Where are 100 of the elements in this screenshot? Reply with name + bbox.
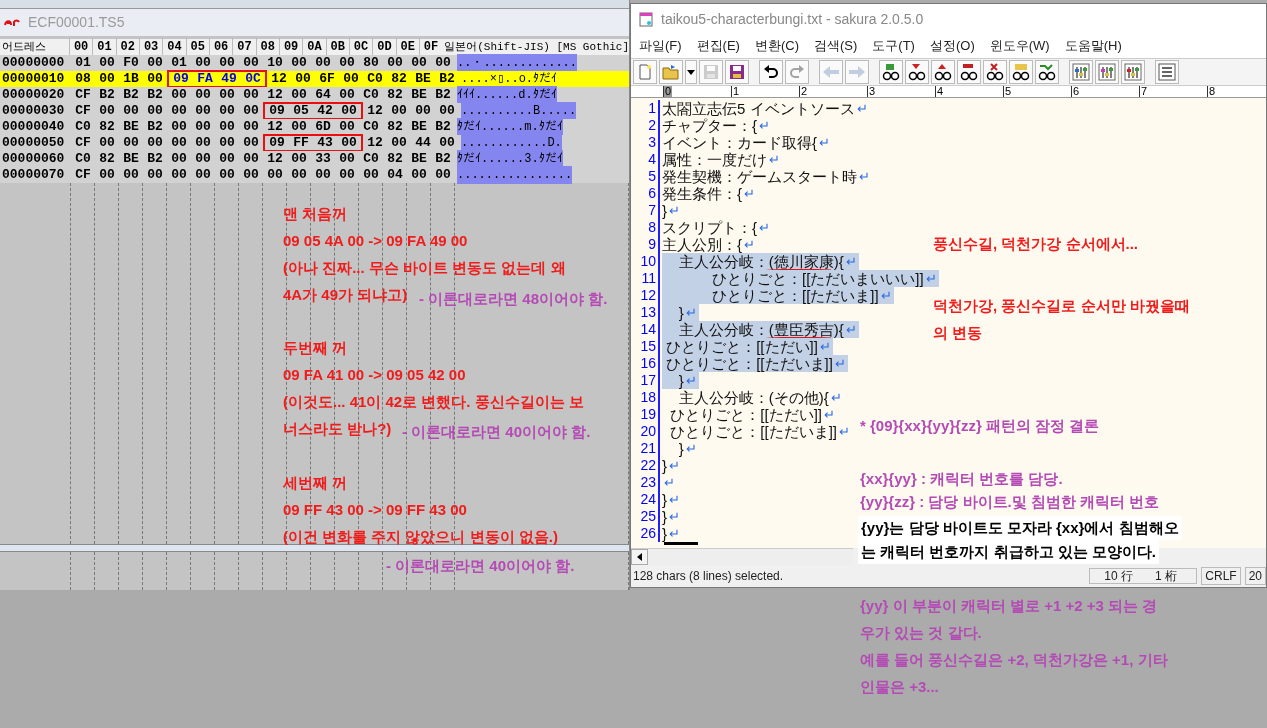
hex-byte: 00 [290,166,308,185]
line-number: 22 [639,457,657,474]
hex-row[interactable]: 00000000 01 00 F0 00 01 00 00 00 10 00 00 00 80 00 00 00 ..・............. [0,55,629,71]
hex-byte: 00 [338,118,356,137]
code-text: ひとりごと：[[ただいまいいい]] [662,270,924,287]
menu-item[interactable]: 도움말(H) [1064,36,1122,56]
code-text: } [662,525,667,542]
toolbar-button[interactable] [1035,60,1059,84]
scroll-left-button[interactable] [631,549,648,565]
hex-byte: 00 [218,102,236,121]
menu-item[interactable]: 편집(E) [696,36,740,56]
hex-byte: 00 [122,134,140,153]
hex-row[interactable]: 00000020 CF B2 B2 B2 00 00 00 00 12 00 64 00 C0 82 BE B2 ｲｲｲ......d.ﾀだｲ [0,87,629,103]
code-text: スクリプト：{ [662,219,757,236]
code-text: イベント：カード取得{ [662,134,817,151]
status-field: 10 行 [1104,567,1133,585]
hex-byte: 00 [194,118,212,137]
hex-byte: 00 [146,102,164,121]
annotation-line: 4A가 49가 되냐고) [283,285,408,305]
hex-byte: 00 [98,54,116,73]
hex-row[interactable]: 00000040 C0 82 BE B2 00 00 00 00 12 00 6D 00 C0 82 BE B2 ﾀだｲ......m.ﾀだｲ [0,119,629,135]
code-text: 属性：一度だけ [662,151,767,168]
code-text: } [662,491,667,508]
annotation-line: 09 FF 43 00 -> 09 FF 43 00 [283,500,467,520]
menu-item[interactable]: 윈도우(W) [989,36,1050,56]
return-mark: ↵ [855,100,869,117]
line-number: 8 [647,219,657,236]
annotation-line: (이것도... 41이 42로 변했다. 풍신수길이는 보 [283,392,584,412]
return-mark: ↵ [758,117,771,134]
hex-row[interactable]: 00000070 CF 00 00 00 00 00 00 00 00 00 00 00 00 04 00 00 ................ [0,167,629,183]
toolbar-button[interactable] [931,60,955,84]
menu-item[interactable]: 변환(C) [754,36,799,56]
sliders-icon [1124,63,1142,81]
menu-item[interactable]: 설정(O) [929,36,975,56]
binoculars-icon [882,63,900,81]
menu-item[interactable]: 파일(F) [639,36,682,56]
hex-byte: 82 [386,118,404,137]
return-mark: ↵ [668,457,681,474]
code-text: ひとりごと：[[ただいま]] [669,423,837,440]
toolbar-button[interactable] [685,60,697,84]
hex-byte: 00 [98,166,116,185]
hex-byte: 00 [146,70,164,89]
code-text: } [677,440,684,457]
line-number: 4 [647,151,657,168]
return-mark: ↵ [663,474,676,491]
code-text: } [662,372,684,389]
annotation-line: {xx}{yy} : 캐릭터 번호를 담당. [860,469,1063,489]
code-text: チャプター：{ [662,117,757,134]
hex-byte: 00 [242,102,260,121]
header-label: 어드레스 [1,38,47,55]
line-number: 24 [639,491,657,508]
hex-byte: C0 [366,70,384,89]
hex-byte: 09 [268,134,286,153]
hex-row[interactable]: 00000030 CF 00 00 00 00 00 00 00 09 05 42 00 12 00 00 00 ..........B..... [0,103,629,119]
toolbar-button[interactable] [725,60,749,84]
line-number: 12 [639,287,657,304]
hex-byte: 00 [314,166,332,185]
hex-byte: CF [74,134,92,153]
hex-byte: 6D [314,118,332,137]
hex-byte: 00 [194,166,212,185]
hex-byte: FA [196,70,214,89]
hex-byte: 00 [218,134,236,153]
binoculars-icon [960,63,978,81]
new-file-icon [637,64,653,80]
hex-row[interactable]: 00000010 08 00 1B 00 09 FA 49 0C 12 00 6F 00 C0 82 BE B2 ....×▯..o.ﾀだｲ [0,71,629,87]
ruler-number: 5 [1004,86,1013,97]
ruler-number: 1 [732,86,741,97]
binoculars-icon [908,63,926,81]
toolbar-button[interactable] [905,60,929,84]
hex-byte: 00 [194,102,212,121]
menu-item[interactable]: 도구(T) [872,36,915,56]
hex-byte: 00 [338,86,356,105]
ruler-number: 8 [1208,86,1217,97]
return-mark: ↵ [823,406,836,423]
toolbar-button[interactable] [759,60,783,84]
hex-byte: 00 [362,166,380,185]
hex-byte: 00 [414,102,432,121]
return-mark: ↵ [858,168,871,185]
hex-byte: B2 [434,118,452,137]
hex-byte: 00 [390,102,408,121]
toolbar-button[interactable] [983,60,1007,84]
hex-byte: 00 [340,102,358,121]
annotation-line: 두번째 꺼 [283,338,348,358]
toolbar-button[interactable] [879,60,903,84]
ascii-text: ..........B..... [461,102,577,120]
window-title: taikou5-characterbungi.txt - sakura 2.0.5.0 [661,9,924,29]
hex-row[interactable]: 00000050 CF 00 00 00 00 00 00 00 09 FF 43 00 12 00 44 00 ............D. [0,135,629,151]
hex-byte: 42 [316,102,334,121]
hex-byte: C0 [362,118,380,137]
hex-byte: 00 [314,54,332,73]
hex-byte: 00 [438,102,456,121]
toolbar-button[interactable] [957,60,981,84]
ruler-number: 4 [936,86,945,97]
line-number: 25 [639,508,657,525]
toolbar-button[interactable] [1009,60,1033,84]
binoculars-icon [1038,63,1056,81]
line-number: 20 [639,423,657,440]
hex-byte: 00 [218,118,236,137]
menu-item[interactable]: 검색(S) [814,36,858,56]
hex-row[interactable]: 00000060 C0 82 BE B2 00 00 00 00 12 00 33 00 C0 82 BE B2 ﾀだｲ......3.ﾀだｲ [0,151,629,167]
